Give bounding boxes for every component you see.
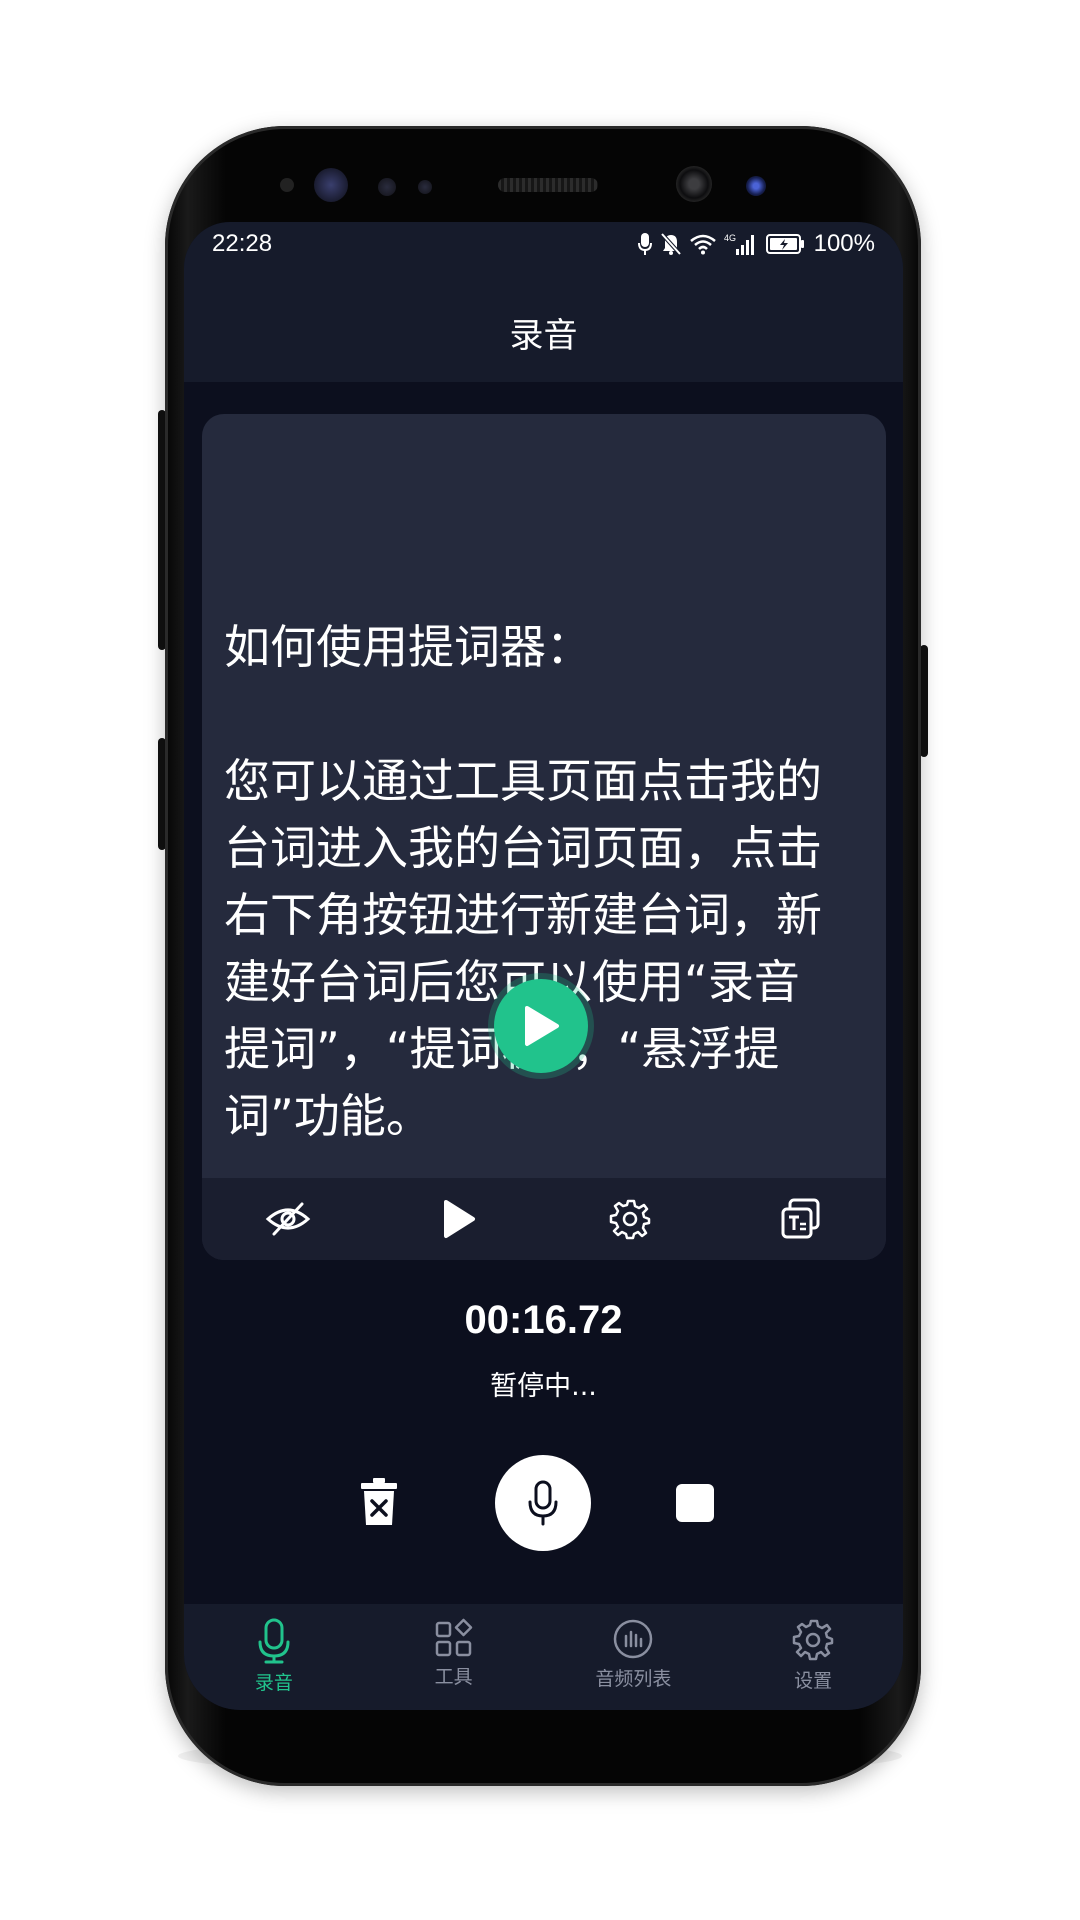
prompter-toolbar — [202, 1178, 886, 1260]
wifi-icon — [689, 234, 716, 255]
prompter-play-button[interactable] — [494, 979, 588, 1073]
mic-icon — [528, 1480, 558, 1526]
nav-item-settings[interactable]: 设置 — [723, 1604, 903, 1710]
iris-sensor — [746, 176, 766, 196]
hide-text-button[interactable] — [256, 1187, 320, 1251]
proximity-sensor — [280, 178, 294, 192]
iris-camera — [314, 168, 348, 202]
stage: 22:28 4G 100% 录音 如何使用提词器： 您可以通过工具页面点击我的台… — [0, 0, 1080, 1920]
phone-screen: 22:28 4G 100% 录音 如何使用提词器： 您可以通过工具页面点击我的台… — [184, 222, 903, 1710]
play-icon — [525, 1006, 559, 1046]
mic-icon — [258, 1618, 290, 1664]
record-mic-button[interactable] — [495, 1455, 591, 1551]
text-box-icon — [781, 1198, 819, 1239]
status-icons: 4G 100% — [637, 230, 875, 258]
bottom-nav: 录音 工具 音频列表 设置 — [184, 1604, 903, 1710]
earpiece-speaker — [498, 178, 598, 192]
nav-item-audio-list[interactable]: 音频列表 — [544, 1604, 724, 1710]
prompter-settings-button[interactable] — [598, 1187, 662, 1251]
phone-side-button — [920, 645, 928, 757]
battery-icon — [765, 234, 804, 254]
recording-timer: 00:16.72 — [464, 1298, 623, 1342]
text-format-button[interactable] — [769, 1187, 833, 1251]
recording-status: 暂停中... — [490, 1371, 597, 1402]
nav-label: 录音 — [254, 1672, 293, 1694]
mic-status-icon — [637, 233, 652, 255]
nav-label: 音频列表 — [595, 1668, 672, 1690]
delete-recording-button[interactable] — [354, 1472, 404, 1532]
front-camera — [676, 166, 712, 202]
app-bar: 录音 — [184, 278, 903, 382]
eye-off-icon — [265, 1202, 310, 1236]
nav-label: 设置 — [794, 1670, 833, 1692]
gear-icon — [792, 1619, 834, 1661]
trash-icon — [361, 1478, 397, 1525]
status-bar: 22:28 4G 100% — [184, 222, 903, 278]
cell-signal-icon: 4G — [724, 233, 754, 255]
audio-list-icon — [614, 1619, 653, 1659]
nav-item-tools[interactable]: 工具 — [364, 1604, 544, 1710]
status-time: 22:28 — [212, 230, 273, 257]
bell-muted-icon — [660, 232, 682, 256]
nav-item-record[interactable]: 录音 — [184, 1604, 364, 1710]
light-sensor — [378, 178, 396, 196]
apps-icon — [435, 1618, 472, 1657]
battery-percent: 100% — [813, 230, 875, 257]
scroll-play-button[interactable] — [427, 1187, 491, 1251]
play-icon — [443, 1200, 475, 1238]
led-indicator — [418, 180, 432, 194]
nav-label: 工具 — [434, 1666, 473, 1688]
prompter-card[interactable]: 如何使用提词器： 您可以通过工具页面点击我的台词进入我的台词页面，点击右下角按钮… — [202, 414, 886, 1260]
page-title: 录音 — [509, 316, 578, 356]
gear-icon — [609, 1199, 650, 1240]
stop-recording-button[interactable] — [676, 1484, 714, 1522]
svg-text:4G: 4G — [724, 233, 736, 243]
